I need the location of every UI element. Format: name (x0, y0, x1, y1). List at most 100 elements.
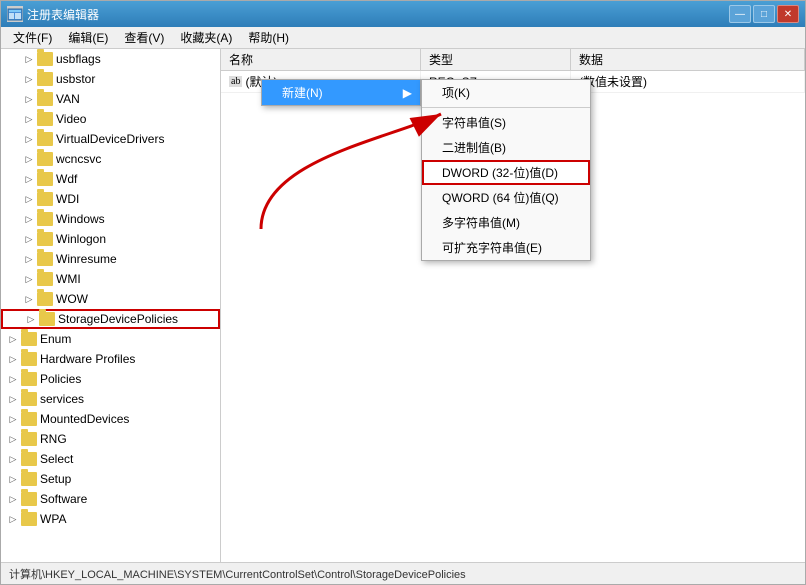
main-window: 注册表编辑器 — □ ✕ 文件(F) 编辑(E) 查看(V) 收藏夹(A) 帮助… (0, 0, 806, 585)
tree-item-storagepolicies[interactable]: ▷ StorageDevicePolicies (1, 309, 220, 329)
folder-icon (21, 352, 37, 366)
main-area: ▷ usbflags ▷ usbstor ▷ VAN ▷ Video ▷ (1, 49, 805, 562)
submenu-item-qword[interactable]: QWORD (64 位)值(Q) (422, 185, 590, 210)
ab-icon: ab (229, 76, 242, 87)
folder-icon (37, 252, 53, 266)
tree-item-usbflags[interactable]: ▷ usbflags (1, 49, 220, 69)
folder-icon (37, 172, 53, 186)
expand-icon: ▷ (5, 331, 21, 347)
window-icon (7, 6, 23, 22)
folder-icon (39, 312, 55, 326)
menubar: 文件(F) 编辑(E) 查看(V) 收藏夹(A) 帮助(H) (1, 27, 805, 49)
folder-icon (21, 372, 37, 386)
expand-icon: ▷ (21, 51, 37, 67)
tree-item-hwprofiles[interactable]: ▷ Hardware Profiles (1, 349, 220, 369)
folder-icon (37, 132, 53, 146)
submenu-item-binary[interactable]: 二进制值(B) (422, 135, 590, 160)
tree-item-software[interactable]: ▷ Software (1, 489, 220, 509)
tree-item-rng[interactable]: ▷ RNG (1, 429, 220, 449)
tree-item-enum[interactable]: ▷ Enum (1, 329, 220, 349)
tree-item-winresume[interactable]: ▷ Winresume (1, 249, 220, 269)
folder-icon (21, 392, 37, 406)
tree-item-wdf[interactable]: ▷ Wdf (1, 169, 220, 189)
folder-icon (37, 272, 53, 286)
tree-label: RNG (40, 432, 67, 446)
tree-item-winlogon[interactable]: ▷ Winlogon (1, 229, 220, 249)
expand-icon: ▷ (5, 491, 21, 507)
tree-item-mounteddevices[interactable]: ▷ MountedDevices (1, 409, 220, 429)
tree-item-usbstor[interactable]: ▷ usbstor (1, 69, 220, 89)
tree-item-policies[interactable]: ▷ Policies (1, 369, 220, 389)
folder-icon (37, 232, 53, 246)
status-bar: 计算机\HKEY_LOCAL_MACHINE\SYSTEM\CurrentCon… (1, 562, 805, 584)
folder-icon (21, 512, 37, 526)
submenu[interactable]: 项(K) 字符串值(S) 二进制值(B) DWORD (32-位)值(D) QW… (421, 79, 591, 261)
expand-icon: ▷ (21, 151, 37, 167)
expand-icon: ▷ (21, 131, 37, 147)
tree-label: services (40, 392, 84, 406)
close-button[interactable]: ✕ (777, 5, 799, 23)
submenu-item-dword[interactable]: DWORD (32-位)值(D) (422, 160, 590, 185)
submenu-item-string[interactable]: 字符串值(S) (422, 110, 590, 135)
menu-edit[interactable]: 编辑(E) (60, 27, 116, 48)
tree-item-services[interactable]: ▷ services (1, 389, 220, 409)
cell-data: (数值未设置) (571, 71, 805, 92)
expand-icon: ▷ (5, 471, 21, 487)
tree-item-setup[interactable]: ▷ Setup (1, 469, 220, 489)
expand-icon: ▷ (5, 351, 21, 367)
tree-item-wmi[interactable]: ▷ WMI (1, 269, 220, 289)
maximize-button[interactable]: □ (753, 5, 775, 23)
tree-label: Winlogon (56, 232, 106, 246)
menu-view[interactable]: 查看(V) (116, 27, 172, 48)
arrow-indicator (221, 79, 481, 239)
expand-icon: ▷ (21, 291, 37, 307)
folder-icon (21, 492, 37, 506)
folder-icon (21, 472, 37, 486)
col-type: 类型 (421, 49, 571, 70)
submenu-item-expandstring[interactable]: 可扩充字符串值(E) (422, 235, 590, 260)
expand-icon: ▷ (21, 111, 37, 127)
menu-file[interactable]: 文件(F) (5, 27, 60, 48)
expand-icon: ▷ (23, 311, 39, 327)
expand-icon: ▷ (5, 511, 21, 527)
tree-label: Windows (56, 212, 105, 226)
submenu-item-multistring[interactable]: 多字符串值(M) (422, 210, 590, 235)
title-bar: 注册表编辑器 — □ ✕ (1, 1, 805, 27)
minimize-button[interactable]: — (729, 5, 751, 23)
tree-label: Software (40, 492, 87, 506)
folder-icon (37, 292, 53, 306)
menu-help[interactable]: 帮助(H) (240, 27, 297, 48)
menu-favorites[interactable]: 收藏夹(A) (172, 27, 240, 48)
tree-item-video[interactable]: ▷ Video (1, 109, 220, 129)
tree-item-wdi[interactable]: ▷ WDI (1, 189, 220, 209)
tree-panel[interactable]: ▷ usbflags ▷ usbstor ▷ VAN ▷ Video ▷ (1, 49, 221, 562)
table-row[interactable]: ab (默认) REG_SZ (数值未设置) (221, 71, 805, 93)
tree-label: Wdf (56, 172, 77, 186)
tree-label: VirtualDeviceDrivers (56, 132, 164, 146)
expand-icon: ▷ (21, 171, 37, 187)
expand-icon: ▷ (5, 391, 21, 407)
folder-icon (37, 212, 53, 226)
tree-label: Hardware Profiles (40, 352, 135, 366)
folder-icon (37, 112, 53, 126)
tree-label: Policies (40, 372, 81, 386)
tree-label: WOW (56, 292, 88, 306)
tree-label: Select (40, 452, 73, 466)
tree-item-van[interactable]: ▷ VAN (1, 89, 220, 109)
tree-item-select[interactable]: ▷ Select (1, 449, 220, 469)
tree-item-wpa[interactable]: ▷ WPA (1, 509, 220, 529)
tree-label: WPA (40, 512, 66, 526)
tree-item-vdd[interactable]: ▷ VirtualDeviceDrivers (1, 129, 220, 149)
tree-item-wcncsvc[interactable]: ▷ wcncsvc (1, 149, 220, 169)
tree-item-windows[interactable]: ▷ Windows (1, 209, 220, 229)
folder-icon (37, 192, 53, 206)
tree-item-wow[interactable]: ▷ WOW (1, 289, 220, 309)
window-controls: — □ ✕ (729, 5, 799, 23)
tree-label: Setup (40, 472, 71, 486)
expand-icon: ▷ (21, 251, 37, 267)
tree-label: StorageDevicePolicies (58, 312, 178, 326)
expand-icon: ▷ (5, 411, 21, 427)
tree-label: VAN (56, 92, 80, 106)
tree-label: Enum (40, 332, 71, 346)
window-title: 注册表编辑器 (27, 6, 729, 23)
